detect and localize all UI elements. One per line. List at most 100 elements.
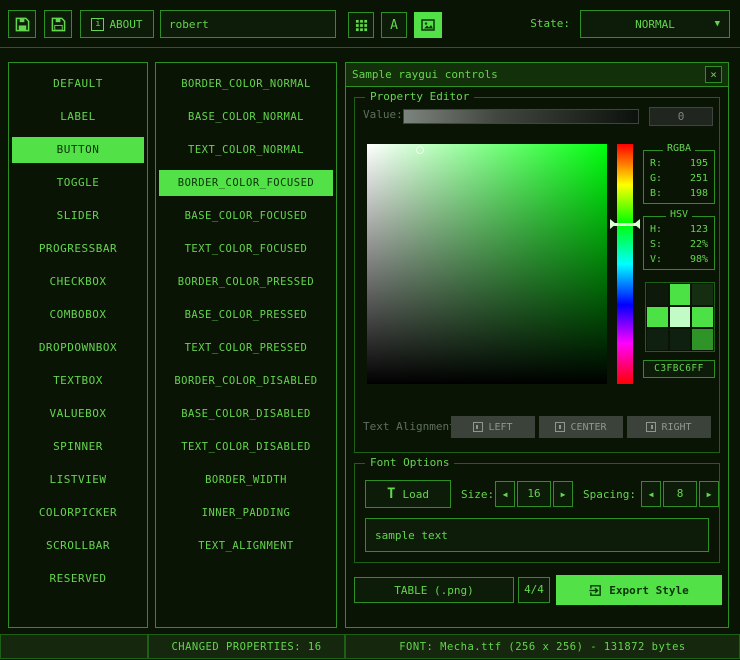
align-left-label: LEFT xyxy=(488,422,512,433)
s-value: 22% xyxy=(690,237,708,252)
style-table-button[interactable] xyxy=(348,12,374,38)
window-titlebar[interactable]: Sample raygui controls × xyxy=(346,63,728,87)
list-item-label[interactable]: LABEL xyxy=(12,104,144,130)
list-item-valuebox[interactable]: VALUEBOX xyxy=(12,401,144,427)
list-item-button[interactable]: BUTTON xyxy=(12,137,144,163)
list-item-toggle[interactable]: TOGGLE xyxy=(12,170,144,196)
hue-slider-handle[interactable] xyxy=(610,223,640,226)
hsv-values-box: HSV H:123 S:22% V:98% xyxy=(643,216,715,270)
list-item-text-color-pressed[interactable]: TEXT_COLOR_PRESSED xyxy=(159,335,333,361)
chevron-down-icon: ▼ xyxy=(715,19,720,29)
hue-bar[interactable] xyxy=(617,144,633,384)
properties-list-panel: BORDER_COLOR_NORMAL BASE_COLOR_NORMAL TEXT… xyxy=(155,62,337,628)
list-item-checkbox[interactable]: CHECKBOX xyxy=(12,269,144,295)
spacing-value-box[interactable]: 8 xyxy=(663,481,697,507)
control-preview-button[interactable] xyxy=(414,12,442,38)
image-icon xyxy=(421,18,435,32)
list-item-default[interactable]: DEFAULT xyxy=(12,71,144,97)
state-dropdown[interactable]: NORMAL ▼ xyxy=(580,10,730,38)
sample-controls-window: Sample raygui controls × Property Editor… xyxy=(345,62,729,628)
spacing-decrement-button[interactable]: ◀ xyxy=(641,481,661,507)
value-box[interactable]: 0 xyxy=(649,107,713,126)
list-item-text-alignment[interactable]: TEXT_ALIGNMENT xyxy=(159,533,333,559)
align-center-label: CENTER xyxy=(570,422,606,433)
align-right-icon xyxy=(646,422,656,432)
size-decrement-button[interactable]: ◀ xyxy=(495,481,515,507)
arrow-left-icon: ◀ xyxy=(649,490,654,499)
list-item-text-color-normal[interactable]: TEXT_COLOR_NORMAL xyxy=(159,137,333,163)
list-item-text-color-disabled[interactable]: TEXT_COLOR_DISABLED xyxy=(159,434,333,460)
palette-cell[interactable] xyxy=(670,329,691,350)
property-editor-group: Property Editor Value: 0 RGBA R:195 G:25… xyxy=(354,97,720,453)
palette-cell[interactable] xyxy=(670,284,691,305)
list-item-base-color-focused[interactable]: BASE_COLOR_FOCUSED xyxy=(159,203,333,229)
text-t-icon: T xyxy=(387,486,395,502)
status-left-segment xyxy=(0,634,148,659)
sample-text-input[interactable] xyxy=(365,518,709,552)
palette-cell[interactable] xyxy=(670,307,691,328)
export-format-button[interactable]: TABLE (.png) xyxy=(354,577,514,603)
text-alignment-label: Text Alignment: xyxy=(363,420,462,433)
r-label: R: xyxy=(650,156,662,171)
hsv-title: HSV xyxy=(666,209,692,220)
status-bar: CHANGED PROPERTIES: 16 FONT: Mecha.ttf (… xyxy=(0,634,740,659)
font-atlas-button[interactable]: A xyxy=(381,12,407,38)
about-button[interactable]: i ABOUT xyxy=(80,10,154,38)
r-value: 195 xyxy=(690,156,708,171)
list-item-reserved[interactable]: RESERVED xyxy=(12,566,144,592)
size-increment-button[interactable]: ▶ xyxy=(553,481,573,507)
color-picker-panel[interactable] xyxy=(367,144,607,384)
list-item-dropdownbox[interactable]: DROPDOWNBOX xyxy=(12,335,144,361)
list-item-listview[interactable]: LISTVIEW xyxy=(12,467,144,493)
list-item-spinner[interactable]: SPINNER xyxy=(12,434,144,460)
align-left-icon xyxy=(473,422,483,432)
close-icon[interactable]: × xyxy=(705,66,722,83)
list-item-base-color-normal[interactable]: BASE_COLOR_NORMAL xyxy=(159,104,333,130)
palette-cell[interactable] xyxy=(692,284,713,305)
style-name-input[interactable] xyxy=(160,10,336,38)
export-style-button[interactable]: Export Style xyxy=(556,575,722,605)
align-center-icon xyxy=(555,422,565,432)
palette-cell[interactable] xyxy=(647,329,668,350)
list-item-border-color-focused[interactable]: BORDER_COLOR_FOCUSED xyxy=(159,170,333,196)
list-item-combobox[interactable]: COMBOBOX xyxy=(12,302,144,328)
rgba-title: RGBA xyxy=(663,143,695,154)
spacing-increment-button[interactable]: ▶ xyxy=(699,481,719,507)
list-item-scrollbar[interactable]: SCROLLBAR xyxy=(12,533,144,559)
align-right-button[interactable]: RIGHT xyxy=(627,416,711,438)
hex-color-value[interactable]: C3FBC6FF xyxy=(643,360,715,378)
palette-cell[interactable] xyxy=(692,307,713,328)
save-style-button[interactable] xyxy=(44,10,72,38)
list-item-text-color-focused[interactable]: TEXT_COLOR_FOCUSED xyxy=(159,236,333,262)
list-item-border-color-normal[interactable]: BORDER_COLOR_NORMAL xyxy=(159,71,333,97)
floppy-save-icon xyxy=(51,17,66,32)
load-font-button[interactable]: T Load xyxy=(365,480,451,508)
value-slider[interactable] xyxy=(403,109,639,124)
list-item-inner-padding[interactable]: INNER_PADDING xyxy=(159,500,333,526)
style-color-palette xyxy=(645,282,715,352)
size-value-box[interactable]: 16 xyxy=(517,481,551,507)
align-center-button[interactable]: CENTER xyxy=(539,416,623,438)
list-item-colorpicker[interactable]: COLORPICKER xyxy=(12,500,144,526)
list-item-base-color-disabled[interactable]: BASE_COLOR_DISABLED xyxy=(159,401,333,427)
size-label: Size: xyxy=(461,488,494,501)
list-item-border-color-pressed[interactable]: BORDER_COLOR_PRESSED xyxy=(159,269,333,295)
state-dropdown-value: NORMAL xyxy=(635,18,675,31)
load-style-button[interactable] xyxy=(8,10,36,38)
list-item-base-color-pressed[interactable]: BASE_COLOR_PRESSED xyxy=(159,302,333,328)
list-item-border-color-disabled[interactable]: BORDER_COLOR_DISABLED xyxy=(159,368,333,394)
font-options-title: Font Options xyxy=(365,456,454,469)
arrow-left-icon: ◀ xyxy=(503,490,508,499)
list-item-border-width[interactable]: BORDER_WIDTH xyxy=(159,467,333,493)
palette-cell[interactable] xyxy=(647,284,668,305)
color-picker-cursor[interactable] xyxy=(416,146,424,154)
list-item-slider[interactable]: SLIDER xyxy=(12,203,144,229)
arrow-right-icon: ▶ xyxy=(707,490,712,499)
g-label: G: xyxy=(650,171,662,186)
list-item-progressbar[interactable]: PROGRESSBAR xyxy=(12,236,144,262)
align-left-button[interactable]: LEFT xyxy=(451,416,535,438)
property-editor-title: Property Editor xyxy=(365,90,474,103)
palette-cell[interactable] xyxy=(647,307,668,328)
palette-cell[interactable] xyxy=(692,329,713,350)
list-item-textbox[interactable]: TEXTBOX xyxy=(12,368,144,394)
